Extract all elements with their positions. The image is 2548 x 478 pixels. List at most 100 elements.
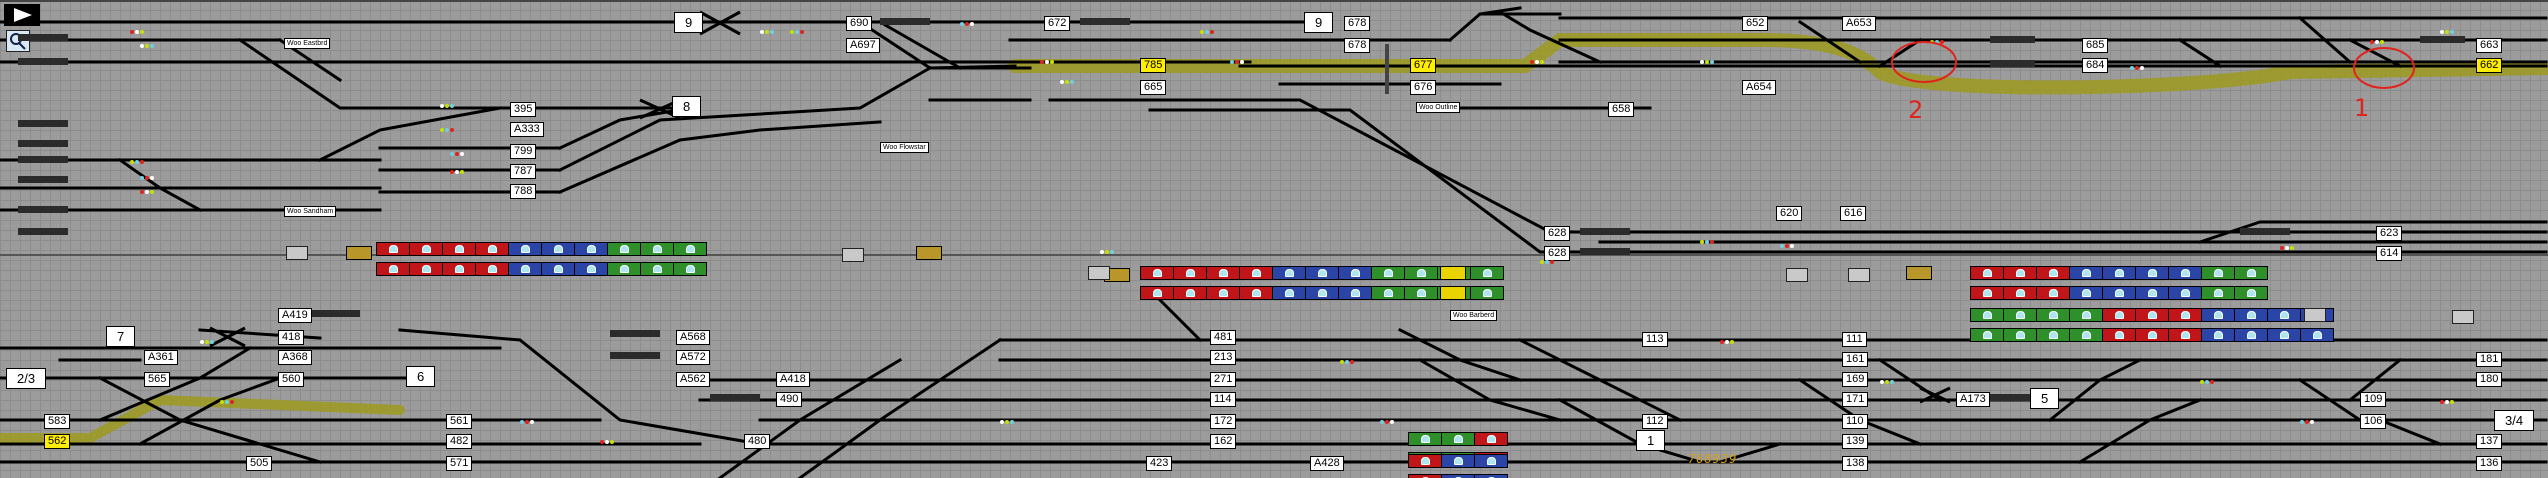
track-label[interactable]: A654 bbox=[1742, 80, 1776, 95]
signal-lamp[interactable] bbox=[2310, 420, 2314, 424]
signal-lamp[interactable] bbox=[140, 160, 144, 164]
platform-tile[interactable] bbox=[574, 242, 608, 256]
track-label[interactable]: 628 bbox=[1544, 246, 1571, 261]
signal-lamp[interactable] bbox=[1010, 420, 1014, 424]
equipment-icon[interactable] bbox=[2452, 310, 2474, 324]
track-section[interactable] bbox=[18, 34, 68, 41]
track-section[interactable] bbox=[710, 394, 760, 401]
track-label[interactable]: 565 bbox=[144, 372, 171, 387]
platform-tile[interactable] bbox=[640, 262, 674, 276]
platform-tile[interactable] bbox=[2036, 266, 2070, 280]
signal-lamp[interactable] bbox=[450, 170, 454, 174]
platform-tile[interactable] bbox=[1441, 432, 1475, 446]
signal-lamp[interactable] bbox=[1380, 420, 1384, 424]
track-label[interactable]: 685 bbox=[2082, 38, 2109, 53]
signal-lamp[interactable] bbox=[135, 30, 139, 34]
platform-tile[interactable] bbox=[508, 262, 542, 276]
track-label[interactable]: A653 bbox=[1842, 16, 1876, 31]
track-label[interactable]: 180 bbox=[2476, 372, 2503, 387]
platform-tile[interactable] bbox=[1305, 266, 1339, 280]
signal-lamp[interactable] bbox=[1345, 360, 1349, 364]
platform-tile[interactable] bbox=[2069, 286, 2103, 300]
signal-lamp[interactable] bbox=[2200, 380, 2204, 384]
signal-lamp[interactable] bbox=[1720, 340, 1724, 344]
signal-lamp[interactable] bbox=[200, 340, 204, 344]
platform-tile[interactable] bbox=[508, 242, 542, 256]
track-label[interactable]: 169 bbox=[1842, 372, 1869, 387]
track-label[interactable]: 677 bbox=[1410, 58, 1437, 73]
signal-lamp[interactable] bbox=[1540, 260, 1544, 264]
platform-tile[interactable] bbox=[1338, 286, 1372, 300]
signal-lamp[interactable] bbox=[1000, 420, 1004, 424]
signal-lamp[interactable] bbox=[2370, 40, 2374, 44]
signal-lamp[interactable] bbox=[1210, 30, 1214, 34]
signal-lamp[interactable] bbox=[2440, 30, 2444, 34]
signal-lamp[interactable] bbox=[1530, 60, 1534, 64]
signal-lamp[interactable] bbox=[2140, 66, 2144, 70]
track-label[interactable]: 139 bbox=[1842, 434, 1869, 449]
signal-lamp[interactable] bbox=[1050, 60, 1054, 64]
platform-tile[interactable] bbox=[409, 262, 443, 276]
track-label[interactable]: 620 bbox=[1776, 206, 1803, 221]
signal-lamp[interactable] bbox=[2205, 380, 2209, 384]
platform-tile[interactable] bbox=[1404, 266, 1438, 280]
platform-tile[interactable] bbox=[2201, 308, 2235, 322]
track-label[interactable]: 418 bbox=[278, 330, 305, 345]
platform-tile[interactable] bbox=[1239, 266, 1273, 280]
signal-lamp[interactable] bbox=[1045, 60, 1049, 64]
signal-lamp[interactable] bbox=[145, 190, 149, 194]
signal-lamp[interactable] bbox=[140, 176, 144, 180]
track-label[interactable]: 213 bbox=[1210, 350, 1237, 365]
platform-tile[interactable] bbox=[1140, 266, 1174, 280]
signal-lamp[interactable] bbox=[1780, 244, 1784, 248]
platform-tile[interactable] bbox=[2003, 328, 2037, 342]
equipment-icon[interactable] bbox=[842, 248, 864, 262]
track-label[interactable]: 614 bbox=[2376, 246, 2403, 261]
platform-tile[interactable] bbox=[2168, 266, 2202, 280]
signal-lamp[interactable] bbox=[1230, 60, 1234, 64]
track-label[interactable]: 799 bbox=[510, 144, 537, 159]
signal-lamp[interactable] bbox=[140, 30, 144, 34]
signal-lamp[interactable] bbox=[760, 30, 764, 34]
track-label[interactable]: A418 bbox=[776, 372, 810, 387]
platform-tile[interactable] bbox=[1470, 266, 1504, 280]
signal-lamp[interactable] bbox=[605, 440, 609, 444]
platform-tile[interactable] bbox=[475, 242, 509, 256]
platform-tile[interactable] bbox=[2267, 308, 2301, 322]
track-label[interactable]: 111 bbox=[1842, 332, 1867, 347]
track-label[interactable]: 423 bbox=[1146, 456, 1173, 471]
track-label[interactable]: 652 bbox=[1742, 16, 1769, 31]
equipment-icon[interactable] bbox=[286, 246, 308, 260]
signal-lamp[interactable] bbox=[130, 160, 134, 164]
platform-tile[interactable] bbox=[2069, 308, 2103, 322]
platform-tile[interactable] bbox=[1440, 286, 1466, 300]
platform-tile[interactable] bbox=[2036, 286, 2070, 300]
signal-lamp[interactable] bbox=[1785, 244, 1789, 248]
signal-lamp[interactable] bbox=[2445, 30, 2449, 34]
track-section[interactable] bbox=[610, 352, 660, 359]
signal-lamp[interactable] bbox=[135, 160, 139, 164]
track-label[interactable]: 271 bbox=[1210, 372, 1237, 387]
signal-lamp[interactable] bbox=[1545, 260, 1549, 264]
platform-tile[interactable] bbox=[916, 246, 942, 260]
track-label[interactable]: 395 bbox=[510, 102, 537, 117]
platform-tile[interactable] bbox=[2036, 308, 2070, 322]
track-section[interactable] bbox=[18, 206, 68, 213]
signal-lamp[interactable] bbox=[1700, 240, 1704, 244]
signal-lamp[interactable] bbox=[2305, 420, 2309, 424]
track-label[interactable]: A419 bbox=[278, 308, 312, 323]
signal-lamp[interactable] bbox=[140, 44, 144, 48]
track-section[interactable] bbox=[310, 310, 360, 317]
platform-tile[interactable] bbox=[1305, 286, 1339, 300]
signal-lamp[interactable] bbox=[455, 170, 459, 174]
signal-lamp[interactable] bbox=[1710, 240, 1714, 244]
platform-tile[interactable] bbox=[1441, 474, 1475, 478]
platform-tile[interactable] bbox=[1272, 266, 1306, 280]
signal-lamp[interactable] bbox=[530, 420, 534, 424]
signal-lamp[interactable] bbox=[2210, 380, 2214, 384]
platform-tile[interactable] bbox=[2168, 328, 2202, 342]
signal-lamp[interactable] bbox=[1700, 60, 1704, 64]
track-label[interactable]: 109 bbox=[2360, 392, 2387, 407]
signal-lamp[interactable] bbox=[770, 30, 774, 34]
track-label[interactable]: 482 bbox=[446, 434, 473, 449]
